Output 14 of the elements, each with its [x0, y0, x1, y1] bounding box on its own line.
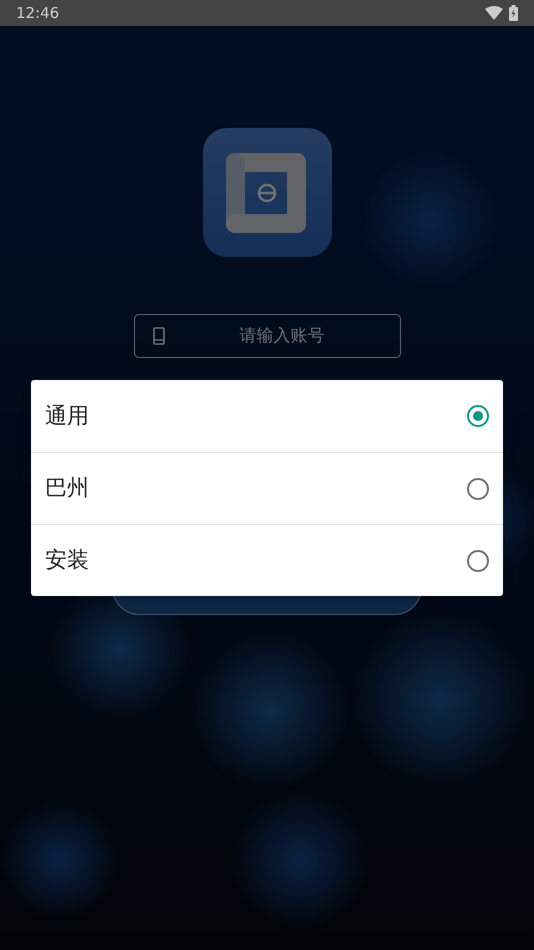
option-row[interactable]: 通用: [31, 380, 503, 452]
radio-button[interactable]: [467, 405, 489, 427]
option-label: 巴州: [45, 475, 89, 503]
phone-icon: [152, 327, 164, 345]
option-label: 安装: [45, 547, 89, 575]
battery-icon: [509, 5, 518, 21]
option-row[interactable]: 巴州: [31, 452, 503, 524]
option-row[interactable]: 安装: [31, 524, 503, 596]
radio-button[interactable]: [467, 550, 489, 572]
option-label: 通用: [45, 402, 89, 430]
status-time: 12:46: [16, 2, 60, 24]
wifi-icon: [485, 6, 503, 20]
radio-button[interactable]: [467, 478, 489, 500]
account-field[interactable]: 请输入账号: [134, 314, 400, 358]
